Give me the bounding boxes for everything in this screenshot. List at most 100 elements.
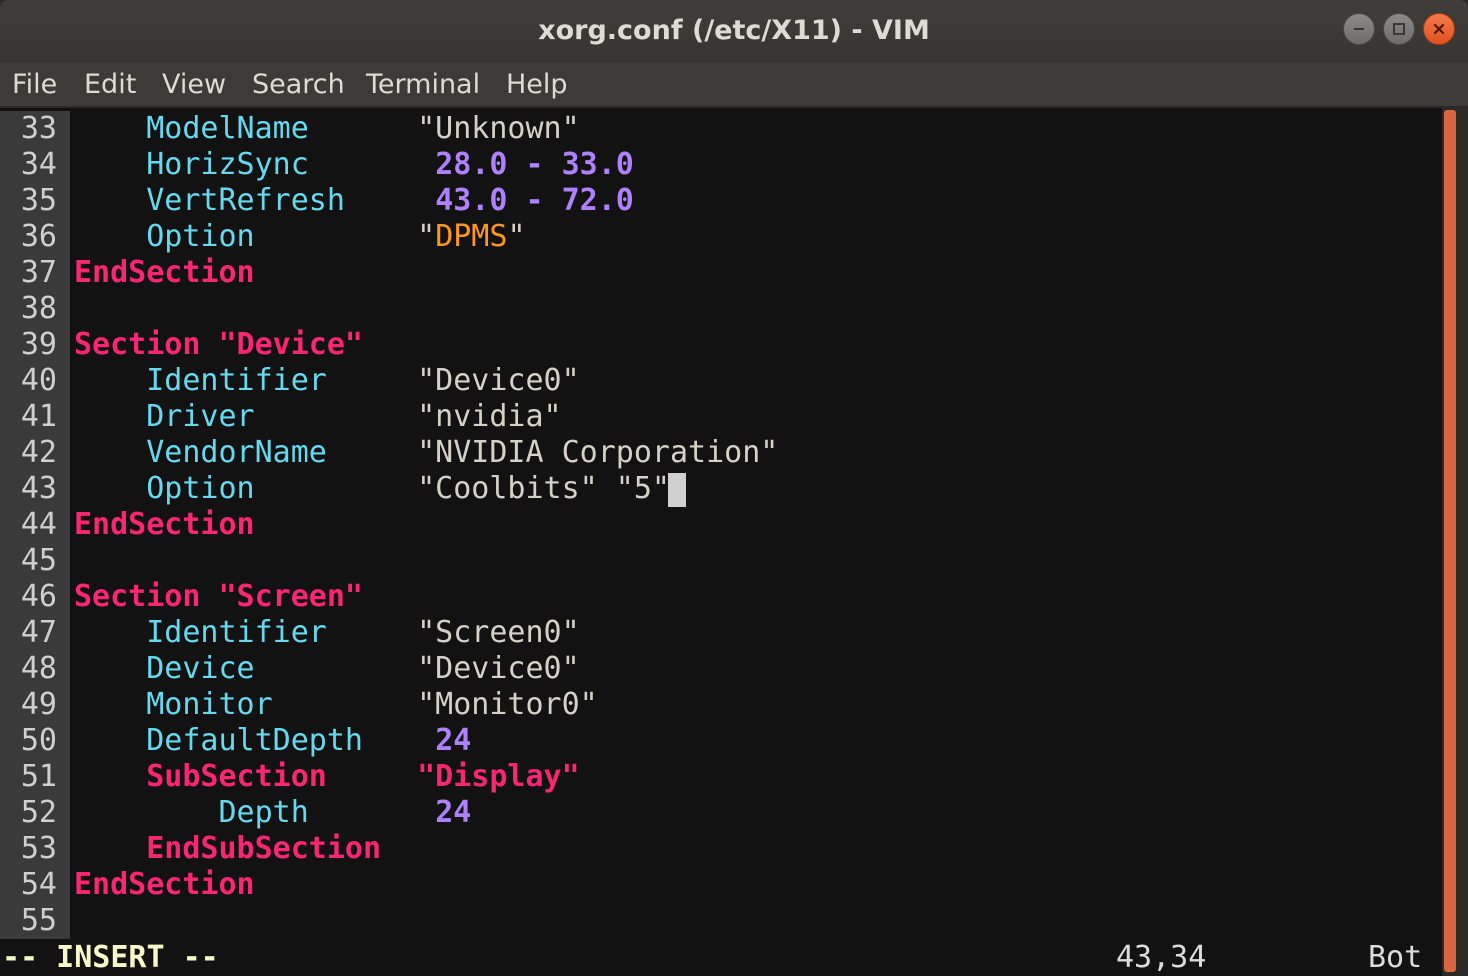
config-value: "Monitor0" — [417, 687, 598, 722]
title-bar[interactable]: xorg.conf (/etc/X11) - VIM — [0, 0, 1468, 62]
editor-line[interactable]: 42 VendorName "NVIDIA Corporation" — [0, 435, 1442, 471]
line-number: 37 — [20, 255, 57, 290]
config-keyword: VendorName — [146, 435, 327, 470]
config-value: "Device0" — [417, 651, 580, 686]
line-number: 40 — [20, 363, 57, 398]
line-number: 52 — [20, 795, 57, 830]
config-value: "NVIDIA Corporation" — [417, 435, 779, 470]
editor-line[interactable]: 39 Section "Device" — [0, 327, 1442, 363]
config-value: "Unknown" — [417, 111, 580, 146]
window-title: xorg.conf (/etc/X11) - VIM — [538, 15, 930, 46]
scroll-position: Bot — [1368, 940, 1423, 975]
line-number: 55 — [20, 903, 57, 938]
config-value: 43.0 - 72.0 — [435, 183, 634, 218]
config-keyword: DefaultDepth — [146, 723, 363, 758]
config-value: "Screen0" — [417, 615, 580, 650]
config-keyword: HorizSync — [146, 147, 309, 182]
editor-line[interactable]: 34 HorizSync 28.0 - 33.0 — [0, 147, 1442, 183]
scrollbar-thumb[interactable] — [1444, 110, 1456, 972]
line-number: 45 — [20, 543, 57, 578]
menu-edit[interactable]: Edit — [84, 62, 136, 108]
editor-line[interactable]: 51 SubSection "Display" — [0, 759, 1442, 795]
editor-line[interactable]: 35 VertRefresh 43.0 - 72.0 — [0, 183, 1442, 219]
editor-line[interactable]: 38 — [0, 291, 1442, 327]
editor-line[interactable]: 36 Option "DPMS" — [0, 219, 1442, 255]
line-number: 48 — [20, 651, 57, 686]
line-number: 35 — [20, 183, 57, 218]
editor-line[interactable]: 54 EndSection — [0, 867, 1442, 903]
config-keyword: EndSection — [74, 507, 255, 542]
line-number: 50 — [20, 723, 57, 758]
maximize-button[interactable] — [1383, 13, 1415, 45]
line-number: 33 — [20, 111, 57, 146]
editor-line[interactable]: 37 EndSection — [0, 255, 1442, 291]
editor-line[interactable]: 45 — [0, 543, 1442, 579]
line-number: 53 — [20, 831, 57, 866]
line-number: 49 — [20, 687, 57, 722]
editor-line[interactable]: 43 Option "Coolbits" "5" — [0, 471, 1442, 507]
config-keyword: EndSubSection — [146, 831, 382, 866]
editor-line[interactable]: 33 ModelName "Unknown" — [0, 111, 1442, 147]
editor-line[interactable]: 53 EndSubSection — [0, 831, 1442, 867]
menu-help[interactable]: Help — [506, 62, 568, 108]
config-keyword: Monitor — [146, 687, 273, 722]
line-number: 34 — [20, 147, 57, 182]
vim-editor[interactable]: 33 ModelName "Unknown" 34 HorizSync 28.0 - 33… — [0, 108, 1442, 976]
text-cursor — [668, 473, 686, 507]
config-keyword: Section "Device" — [74, 327, 363, 362]
config-keyword: Option — [146, 471, 255, 506]
vim-status-line: -- INSERT -- 43,34 Bot — [0, 940, 1442, 976]
menu-bar: File Edit View Search Terminal Help — [0, 62, 1468, 108]
line-number: 38 — [20, 291, 57, 326]
line-number: 44 — [20, 507, 57, 542]
line-number: 42 — [20, 435, 57, 470]
menu-search[interactable]: Search — [252, 62, 345, 108]
menu-file[interactable]: File — [12, 62, 57, 108]
line-number: 36 — [20, 219, 57, 254]
config-value: 24 — [435, 723, 472, 758]
config-keyword: ModelName — [146, 111, 309, 146]
close-button[interactable] — [1423, 13, 1455, 45]
config-keyword: EndSection — [74, 867, 255, 902]
config-keyword: EndSection — [74, 255, 255, 290]
line-number: 41 — [20, 399, 57, 434]
mode-indicator: -- INSERT -- — [2, 940, 219, 975]
cursor-position: 43,34 — [1116, 940, 1207, 975]
menu-view[interactable]: View — [162, 62, 226, 108]
close-icon — [1433, 23, 1445, 35]
editor-line[interactable]: 47 Identifier "Screen0" — [0, 615, 1442, 651]
config-value: "nvidia" — [417, 399, 562, 434]
editor-line[interactable]: 55 — [0, 903, 1442, 939]
config-keyword: Depth — [218, 795, 309, 830]
line-number: 46 — [20, 579, 57, 614]
editor-line[interactable]: 50 DefaultDepth 24 — [0, 723, 1442, 759]
config-keyword: SubSection — [146, 759, 327, 794]
terminal-window: xorg.conf (/etc/X11) - VIM File Edit Vie… — [0, 0, 1468, 976]
config-keyword: Device — [146, 651, 255, 686]
line-number: 54 — [20, 867, 57, 902]
config-value: 28.0 - 33.0 — [435, 147, 634, 182]
editor-line[interactable]: 49 Monitor "Monitor0" — [0, 687, 1442, 723]
config-keyword: Driver — [146, 399, 255, 434]
config-value: "Coolbits" "5" — [417, 471, 670, 506]
config-value: "Display" — [417, 759, 580, 794]
config-keyword: Identifier — [146, 363, 327, 398]
maximize-icon — [1393, 23, 1405, 35]
editor-line[interactable]: 52 Depth 24 — [0, 795, 1442, 831]
editor-line[interactable]: 44 EndSection — [0, 507, 1442, 543]
config-keyword: Section "Screen" — [74, 579, 363, 614]
config-keyword: Option — [146, 219, 255, 254]
config-value: 24 — [435, 795, 472, 830]
line-number: 39 — [20, 327, 57, 362]
menu-terminal[interactable]: Terminal — [366, 62, 480, 108]
minimize-icon — [1354, 28, 1364, 30]
editor-line[interactable]: 48 Device "Device0" — [0, 651, 1442, 687]
editor-line[interactable]: 41 Driver "nvidia" — [0, 399, 1442, 435]
minimize-button[interactable] — [1343, 13, 1375, 45]
config-keyword: Identifier — [146, 615, 327, 650]
editor-line[interactable]: 46 Section "Screen" — [0, 579, 1442, 615]
line-number: 51 — [20, 759, 57, 794]
line-number: 43 — [20, 471, 57, 506]
editor-line[interactable]: 40 Identifier "Device0" — [0, 363, 1442, 399]
config-value: "Device0" — [417, 363, 580, 398]
